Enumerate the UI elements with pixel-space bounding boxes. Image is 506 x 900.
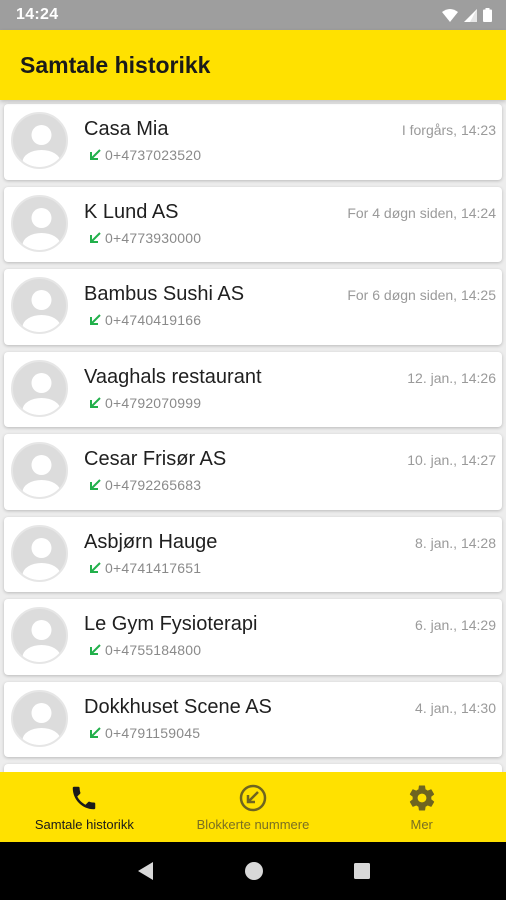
call-log-item[interactable]: K Lund AS 0+4773930000 For 4 døgn siden,… (4, 186, 502, 262)
system-navigation-bar (0, 842, 506, 900)
nav-label: Blokkerte nummere (196, 816, 310, 832)
incoming-call-arrow-icon (90, 396, 101, 408)
phone-number: 0+4755184800 (105, 642, 202, 658)
contact-name: Cesar Frisør AS (84, 448, 227, 470)
incoming-call-arrow-icon (90, 231, 101, 243)
incoming-call-arrow-icon (90, 561, 101, 573)
call-timestamp: 4. jan., 14:30 (415, 699, 496, 716)
call-number-row: 0+4741417651 (88, 560, 201, 576)
call-timestamp: I forgårs, 14:23 (401, 122, 496, 138)
page-title: Samtale historikk (20, 51, 211, 78)
call-timestamp: 10. jan., 14:27 (407, 452, 496, 468)
signal-icon (464, 8, 477, 22)
incoming-call-arrow-icon (90, 644, 101, 655)
call-timestamp: 12. jan., 14:26 (407, 369, 496, 386)
call-log-item[interactable]: Vaaghals restaurant 0+4792070999 12. jan… (4, 351, 502, 427)
phone-number: 0+4792265683 (105, 477, 202, 493)
contact-avatar-icon (11, 359, 68, 417)
blocked-number-icon (239, 784, 267, 811)
call-timestamp: For 4 døgn siden, 14:24 (347, 204, 496, 221)
contact-name: Dokkhuset Scene AS (84, 695, 272, 718)
incoming-call-arrow-icon (90, 149, 101, 160)
call-timestamp: 8. jan., 14:28 (415, 534, 496, 551)
nav-label: Samtale historikk (34, 816, 134, 832)
incoming-call-arrow-icon (90, 726, 101, 738)
call-log-item[interactable]: Cesar Frisør AS 0+4792265683 10. jan., 1… (4, 434, 502, 510)
call-number-row: 0+4792070999 (88, 395, 201, 411)
call-number-row: 0+4791159045 (88, 725, 200, 741)
call-number-row: 0+4773930000 (88, 230, 201, 246)
battery-icon (483, 8, 492, 22)
contact-avatar-icon (11, 277, 68, 334)
call-log-item[interactable]: Asbjørn Hauge 0+4741417651 8. jan., 14:2… (4, 516, 502, 592)
phone-number: 0+4741417651 (105, 559, 202, 576)
call-log-item[interactable]: Le Gym Fysioterapi 0+4755184800 6. jan.,… (4, 599, 502, 675)
contact-name: Casa Mia (84, 118, 169, 140)
nav-more[interactable]: Mer (337, 772, 506, 842)
phone-icon (73, 786, 96, 809)
contact-name: Bambus Sushi AS (84, 283, 245, 305)
call-history-list[interactable]: Casa Mia 0+4737023520 I forgårs, 14:23 K… (0, 100, 506, 772)
bottom-navigation: Samtale historikk Blokkerte nummere Mer (0, 772, 506, 842)
back-icon[interactable] (135, 860, 155, 882)
call-timestamp: 6. jan., 14:29 (415, 617, 496, 633)
gear-icon (409, 785, 434, 811)
contact-name: Vaaghals restaurant (84, 365, 262, 388)
wifi-icon (442, 8, 458, 22)
contact-avatar-icon (11, 607, 68, 664)
call-number-row: 0+4737023520 (88, 147, 201, 163)
phone-number: 0+4773930000 (105, 229, 202, 246)
contact-avatar-icon (11, 524, 68, 582)
call-timestamp: For 6 døgn siden, 14:25 (347, 287, 496, 303)
contact-avatar-icon (11, 112, 68, 169)
call-log-item[interactable]: Casa Mia 0+4737023520 I forgårs, 14:23 (4, 104, 502, 180)
contact-avatar-icon (11, 689, 68, 747)
home-icon[interactable] (244, 861, 264, 881)
contact-name: Asbjørn Hauge (84, 530, 218, 553)
phone-number: 0+4737023520 (105, 147, 202, 163)
contact-avatar-icon (11, 194, 68, 252)
nav-call-history[interactable]: Samtale historikk (0, 772, 169, 842)
status-bar: 14:24 (0, 0, 506, 30)
recents-icon[interactable] (353, 862, 371, 880)
incoming-call-arrow-icon (90, 314, 101, 325)
system-icons (442, 8, 492, 22)
call-log-item-partial[interactable] (4, 764, 502, 772)
incoming-call-arrow-icon (90, 479, 101, 490)
contact-avatar-icon (11, 442, 68, 499)
call-log-item[interactable]: Bambus Sushi AS 0+4740419166 For 6 døgn … (4, 269, 502, 345)
contact-name: K Lund AS (84, 200, 179, 223)
phone-number: 0+4740419166 (105, 312, 202, 328)
call-log-item[interactable]: Dokkhuset Scene AS 0+4791159045 4. jan.,… (4, 681, 502, 757)
phone-number: 0+4792070999 (105, 394, 202, 411)
status-time: 14:24 (16, 6, 59, 23)
nav-label: Mer (410, 816, 433, 832)
call-number-row: 0+4755184800 (88, 642, 201, 658)
nav-blocked-numbers[interactable]: Blokkerte nummere (169, 772, 338, 842)
app-bar: Samtale historikk (0, 30, 506, 100)
contact-name: Le Gym Fysioterapi (84, 613, 258, 635)
screen: 14:24 Samtale historikk Casa Mia 0+47370… (0, 0, 506, 900)
call-number-row: 0+4792265683 (88, 477, 201, 493)
call-number-row: 0+4740419166 (88, 312, 201, 328)
phone-number: 0+4791159045 (105, 724, 201, 741)
